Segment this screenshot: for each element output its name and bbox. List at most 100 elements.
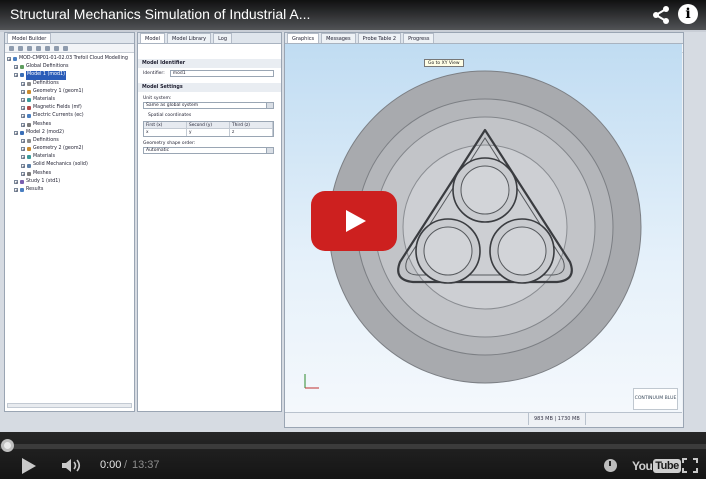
tree-item[interactable]: + Results [7, 186, 134, 194]
spatial-coords-label: Spatial coordinates [148, 113, 192, 118]
expand-icon[interactable]: + [21, 163, 25, 168]
node-icon [20, 73, 24, 78]
coord-cell[interactable]: z [230, 129, 273, 136]
section-model-settings[interactable]: Model Settings [138, 83, 281, 92]
play-overlay-button[interactable] [311, 191, 397, 251]
tree-item-label: Materials [33, 96, 55, 102]
expand-icon[interactable]: + [14, 179, 18, 184]
expand-icon[interactable]: + [21, 122, 25, 127]
tree-item[interactable]: + Meshes [7, 170, 134, 178]
toolbar-icon[interactable] [36, 45, 41, 51]
toolbar-icon[interactable] [54, 45, 59, 51]
tree-item-label: Study 1 (std1) [26, 178, 61, 184]
tree-item[interactable]: + Study 1 (std1) [7, 178, 134, 186]
identifier-label: Identifier: [143, 71, 165, 76]
coord-cell[interactable]: y [187, 129, 230, 136]
node-icon [27, 114, 31, 119]
section-model-identifier[interactable]: Model Identifier [138, 59, 281, 68]
tree-scrollbar[interactable] [7, 403, 132, 408]
node-icon [20, 179, 24, 184]
tree-item[interactable]: + Model 2 (mod2) [7, 129, 134, 137]
expand-icon[interactable]: + [21, 147, 25, 152]
toolbar-icon[interactable] [27, 45, 32, 51]
tab-messages[interactable]: Messages [321, 33, 356, 43]
expand-icon[interactable]: + [21, 81, 25, 86]
xy-view-tooltip: Go to XY View [424, 59, 464, 67]
progress-bar[interactable] [0, 444, 706, 449]
shape-order-label: Geometry shape order: [143, 141, 196, 146]
info-icon[interactable]: i [678, 4, 698, 24]
tree-item[interactable]: + Definitions [7, 137, 134, 145]
coord-cell[interactable]: x [144, 129, 187, 136]
share-icon[interactable] [650, 4, 672, 26]
scrubber-handle[interactable] [1, 439, 14, 452]
tree-item[interactable]: + Materials [7, 96, 134, 104]
node-icon [27, 147, 31, 152]
tree-item[interactable]: + Materials [7, 153, 134, 161]
tree-item[interactable]: + Geometry 1 (geom1) [7, 88, 134, 96]
tab-progress[interactable]: Progress [403, 33, 435, 43]
model-builder-tabbar: Model Builder [5, 33, 134, 44]
graphics-tabbar: Graphics Messages Probe Table 2 Progress [285, 33, 683, 44]
node-icon [27, 163, 31, 168]
node-icon [27, 89, 31, 94]
fullscreen-icon[interactable] [682, 458, 698, 473]
tab-model[interactable]: Model [140, 33, 166, 43]
expand-icon[interactable]: + [14, 65, 18, 70]
model-settings-panel: Model Model Library Log Model Identifier… [137, 32, 282, 412]
expand-icon[interactable]: + [21, 155, 25, 160]
unit-system-select[interactable]: Same as global system [143, 102, 274, 109]
tab-probe-table[interactable]: Probe Table 2 [357, 33, 402, 43]
player-title-bar: Structural Mechanics Simulation of Indus… [0, 0, 706, 30]
identifier-field[interactable]: mod1 [169, 70, 274, 77]
expand-icon[interactable]: + [14, 130, 18, 135]
tree-item[interactable]: + Electric Currents (ec) [7, 112, 134, 120]
volume-icon[interactable] [60, 457, 84, 474]
expand-icon[interactable]: + [21, 89, 25, 94]
expand-icon[interactable]: + [21, 106, 25, 111]
toolbar-icon[interactable] [9, 45, 14, 51]
tab-graphics[interactable]: Graphics [287, 33, 320, 43]
tab-model-builder[interactable]: Model Builder [7, 33, 52, 43]
expand-icon[interactable]: + [7, 57, 11, 62]
tree-item[interactable]: + MOD-CMP01-01-02.03 Trefoil Cloud Modell… [7, 55, 134, 63]
tree-item[interactable]: + Geometry 2 (geom2) [7, 145, 134, 153]
tree-item[interactable]: + Model 1 (mod1) [7, 71, 134, 80]
tree-item-label: Model 1 (mod1) [26, 71, 66, 80]
node-icon [13, 57, 17, 62]
tab-log[interactable]: Log [213, 33, 233, 43]
toolbar-icon[interactable] [45, 45, 50, 51]
watch-later-icon[interactable] [604, 459, 617, 472]
toolbar-icon[interactable] [63, 45, 68, 51]
tree-item[interactable]: + Magnetic Fields (mf) [7, 104, 134, 112]
play-button[interactable] [20, 457, 38, 474]
memory-readout: 983 MB | 1730 MB [528, 413, 586, 425]
expand-icon[interactable]: + [21, 98, 25, 103]
tree-item[interactable]: + Global Definitions [7, 63, 134, 71]
node-icon [20, 188, 24, 193]
shape-order-select[interactable]: Automatic [143, 147, 274, 154]
expand-icon[interactable]: + [14, 188, 18, 193]
node-icon [27, 122, 31, 127]
tree-item[interactable]: + Meshes [7, 121, 134, 129]
video-title[interactable]: Structural Mechanics Simulation of Indus… [10, 6, 310, 22]
total-duration: 13:37 [132, 459, 160, 471]
node-icon [27, 171, 31, 176]
expand-icon[interactable]: + [21, 171, 25, 176]
tree-item[interactable]: + Definitions [7, 80, 134, 88]
tab-model-library[interactable]: Model Library [167, 33, 212, 43]
tree-item-label: Model 2 (mod2) [26, 129, 64, 135]
tree-item-label: Results [26, 187, 44, 192]
expand-icon[interactable]: + [21, 114, 25, 119]
tree-item-label: Geometry 2 (geom2) [33, 146, 84, 152]
tree-item[interactable]: + Solid Mechanics (solid) [7, 161, 134, 169]
tree-item-label: Geometry 1 (geom1) [33, 88, 84, 94]
coord-header: Second (y) [187, 122, 230, 129]
tree-item-label: Magnetic Fields (mf) [33, 105, 82, 111]
toolbar-icon[interactable] [18, 45, 23, 51]
node-icon [27, 106, 31, 111]
expand-icon[interactable]: + [21, 138, 25, 143]
youtube-logo[interactable]: You Tube [632, 457, 681, 474]
player-controls: 0:00 / 13:37 You Tube [0, 432, 706, 479]
expand-icon[interactable]: + [14, 73, 18, 78]
